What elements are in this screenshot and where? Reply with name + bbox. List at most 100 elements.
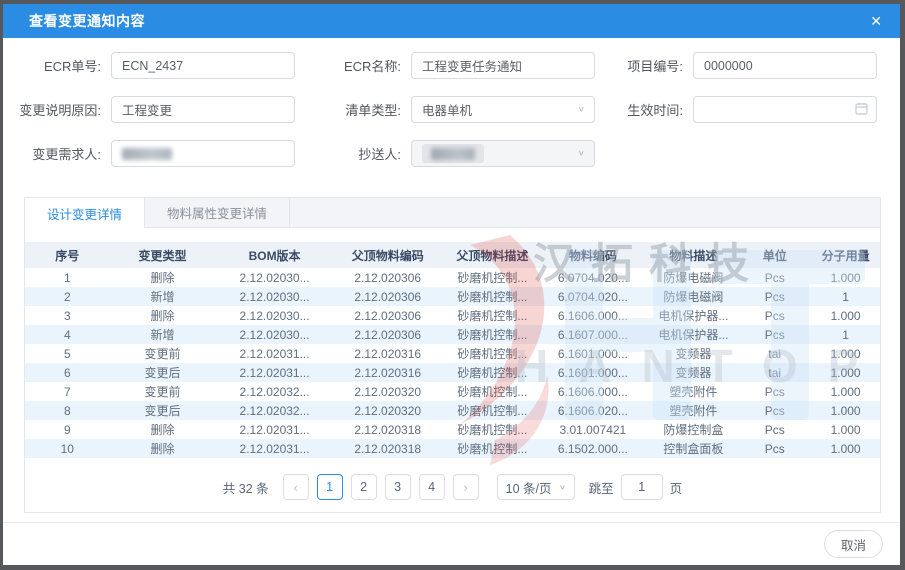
table-row[interactable]: 7变更前2.12.02032...2.12.020320砂磨机控制...6.16…	[25, 382, 880, 401]
table-cell: 1.000	[805, 382, 880, 401]
prev-page-button[interactable]: ‹	[283, 474, 309, 500]
table-cell: 1.000	[805, 439, 880, 458]
table-row[interactable]: 1删除2.12.02030...2.12.020306砂磨机控制...6.070…	[25, 268, 880, 287]
table-row[interactable]: 10删除2.12.02031...2.12.020318砂磨机控制...6.15…	[25, 439, 880, 458]
tab-material-attr-change-detail[interactable]: 物料属性变更详情	[145, 198, 290, 227]
change-reason-input[interactable]	[111, 96, 295, 123]
list-type-value: 电器单机	[422, 100, 472, 119]
table-cell: 新增	[110, 325, 216, 344]
page-button-2[interactable]: 2	[351, 474, 377, 500]
effective-time-picker[interactable]	[693, 96, 877, 123]
dialog-footer: 取消	[3, 522, 900, 565]
cc-person-select[interactable]: ∨	[411, 140, 595, 167]
table-cell: 2.12.020318	[334, 439, 442, 458]
table-cell: 9	[25, 420, 110, 439]
table-cell: 1.000	[805, 268, 880, 287]
table-row[interactable]: 3删除2.12.02030...2.12.020306砂磨机控制...6.160…	[25, 306, 880, 325]
column-header: 序号	[25, 242, 110, 268]
form-area: ECR单号: ECR名称: 项目编号: 变更说明原因: 清单类型: 电器单机	[3, 38, 900, 184]
form-row-1: ECR单号: ECR名称: 项目编号:	[11, 52, 882, 79]
project-no-input[interactable]	[693, 52, 877, 79]
column-header: 父顶物料描述	[442, 242, 544, 268]
table-cell: 1	[805, 287, 880, 306]
table-cell: 砂磨机控制...	[442, 306, 544, 325]
field-change-requester: 变更需求人:	[11, 140, 306, 167]
tab-label: 设计变更详情	[47, 204, 122, 223]
close-icon[interactable]: ✕	[870, 14, 882, 28]
pagination: 共 32 条 ‹ 1 2 3 4 › 10 条/页 ∨ 跳至 页	[25, 474, 880, 500]
table-cell: 6	[25, 363, 110, 382]
table-cell: 2.12.02031...	[215, 420, 333, 439]
table-cell: Pcs	[744, 287, 805, 306]
form-row-2: 变更说明原因: 清单类型: 电器单机 ∨ 生效时间:	[11, 96, 882, 123]
field-cc-person: 抄送人: ∨	[306, 140, 601, 167]
table-row[interactable]: 5变更前2.12.02031...2.12.020316砂磨机控制...6.16…	[25, 344, 880, 363]
table-cell: 砂磨机控制...	[442, 268, 544, 287]
table-cell: Pcs	[744, 382, 805, 401]
table-cell: 1.000	[805, 344, 880, 363]
table-cell: 电机保护器...	[643, 325, 745, 344]
list-type-label: 清单类型:	[306, 100, 411, 119]
table-cell: 删除	[110, 268, 216, 287]
detail-tabs-panel: 设计变更详情 物料属性变更详情 汉拓科技 HANTOP	[24, 197, 881, 513]
table-row[interactable]: 8变更后2.12.02032...2.12.020320砂磨机控制...6.16…	[25, 401, 880, 420]
calendar-icon	[855, 102, 868, 118]
table-row[interactable]: 9删除2.12.02031...2.12.020318砂磨机控制...3.01.…	[25, 420, 880, 439]
table-cell: 2.12.020320	[334, 382, 442, 401]
table-cell: 2.12.020306	[334, 287, 442, 306]
table-cell: 6.1607.000...	[543, 325, 642, 344]
field-list-type: 清单类型: 电器单机 ∨	[306, 96, 601, 123]
table-cell: 1.000	[805, 401, 880, 420]
table-cell: 6.1601.000...	[543, 344, 642, 363]
table-cell: 塑壳附件	[643, 401, 745, 420]
table-row[interactable]: 6变更后2.12.02031...2.12.020316砂磨机控制...6.16…	[25, 363, 880, 382]
list-type-select[interactable]: 电器单机 ∨	[411, 96, 595, 123]
dialog-header: 查看变更通知内容 ✕	[3, 4, 900, 38]
change-requester-input[interactable]	[111, 140, 295, 167]
table-cell: tai	[744, 344, 805, 363]
table-cell: 3	[25, 306, 110, 325]
table-cell: 变更后	[110, 363, 216, 382]
tab-design-change-detail[interactable]: 设计变更详情	[25, 198, 145, 228]
table-cell: 防爆电磁阀	[643, 268, 745, 287]
page-button-1[interactable]: 1	[317, 474, 343, 500]
page-jump: 跳至 页	[589, 474, 683, 500]
table-cell: 6.0704.020...	[543, 287, 642, 306]
redacted-name	[431, 148, 475, 160]
jump-page-input[interactable]	[621, 474, 663, 500]
table-row[interactable]: 4新增2.12.02030...2.12.020306砂磨机控制...6.160…	[25, 325, 880, 344]
table-cell: 砂磨机控制...	[442, 325, 544, 344]
page-button-4[interactable]: 4	[419, 474, 445, 500]
table-cell: 5	[25, 344, 110, 363]
table-header-row: 序号变更类型BOM版本父顶物料编码父顶物料描述物料编码物料描述单位分子用量分母用…	[25, 242, 880, 268]
redacted-name	[122, 148, 172, 160]
ecr-no-input[interactable]	[111, 52, 295, 79]
chevron-down-icon: ∨	[559, 483, 566, 492]
table-cell: 2.12.020316	[334, 344, 442, 363]
table-cell: Pcs	[744, 306, 805, 325]
cancel-button[interactable]: 取消	[824, 530, 883, 558]
tab-bar: 设计变更详情 物料属性变更详情	[25, 198, 880, 228]
table-cell: 2.12.02031...	[215, 344, 333, 363]
table-cell: 变更后	[110, 401, 216, 420]
page-size-select[interactable]: 10 条/页 ∨	[497, 474, 575, 500]
page-button-3[interactable]: 3	[385, 474, 411, 500]
table-cell: 1	[25, 268, 110, 287]
column-header: 分子用量	[805, 242, 880, 268]
next-page-button[interactable]: ›	[453, 474, 479, 500]
table-cell: 2.12.020306	[334, 306, 442, 325]
table-cell: 2.12.02031...	[215, 439, 333, 458]
table-cell: 2.12.02030...	[215, 325, 333, 344]
table-cell: 砂磨机控制...	[442, 363, 544, 382]
table-body: 1删除2.12.02030...2.12.020306砂磨机控制...6.070…	[25, 268, 880, 458]
table-cell: 3.01.007421	[543, 420, 642, 439]
table-cell: 2.12.02032...	[215, 382, 333, 401]
table-cell: 4	[25, 325, 110, 344]
table-cell: 变频器	[643, 344, 745, 363]
table-row[interactable]: 2新增2.12.02030...2.12.020306砂磨机控制...6.070…	[25, 287, 880, 306]
ecr-name-label: ECR名称:	[306, 56, 411, 75]
table-cell: 2.12.020316	[334, 363, 442, 382]
tab-panel-content: 汉拓科技 HANTOP 序号变更类型BOM版本父顶物料编码父顶物料描述物料编码物…	[25, 228, 880, 512]
project-no-label: 项目编号:	[601, 56, 693, 75]
ecr-name-input[interactable]	[411, 52, 595, 79]
